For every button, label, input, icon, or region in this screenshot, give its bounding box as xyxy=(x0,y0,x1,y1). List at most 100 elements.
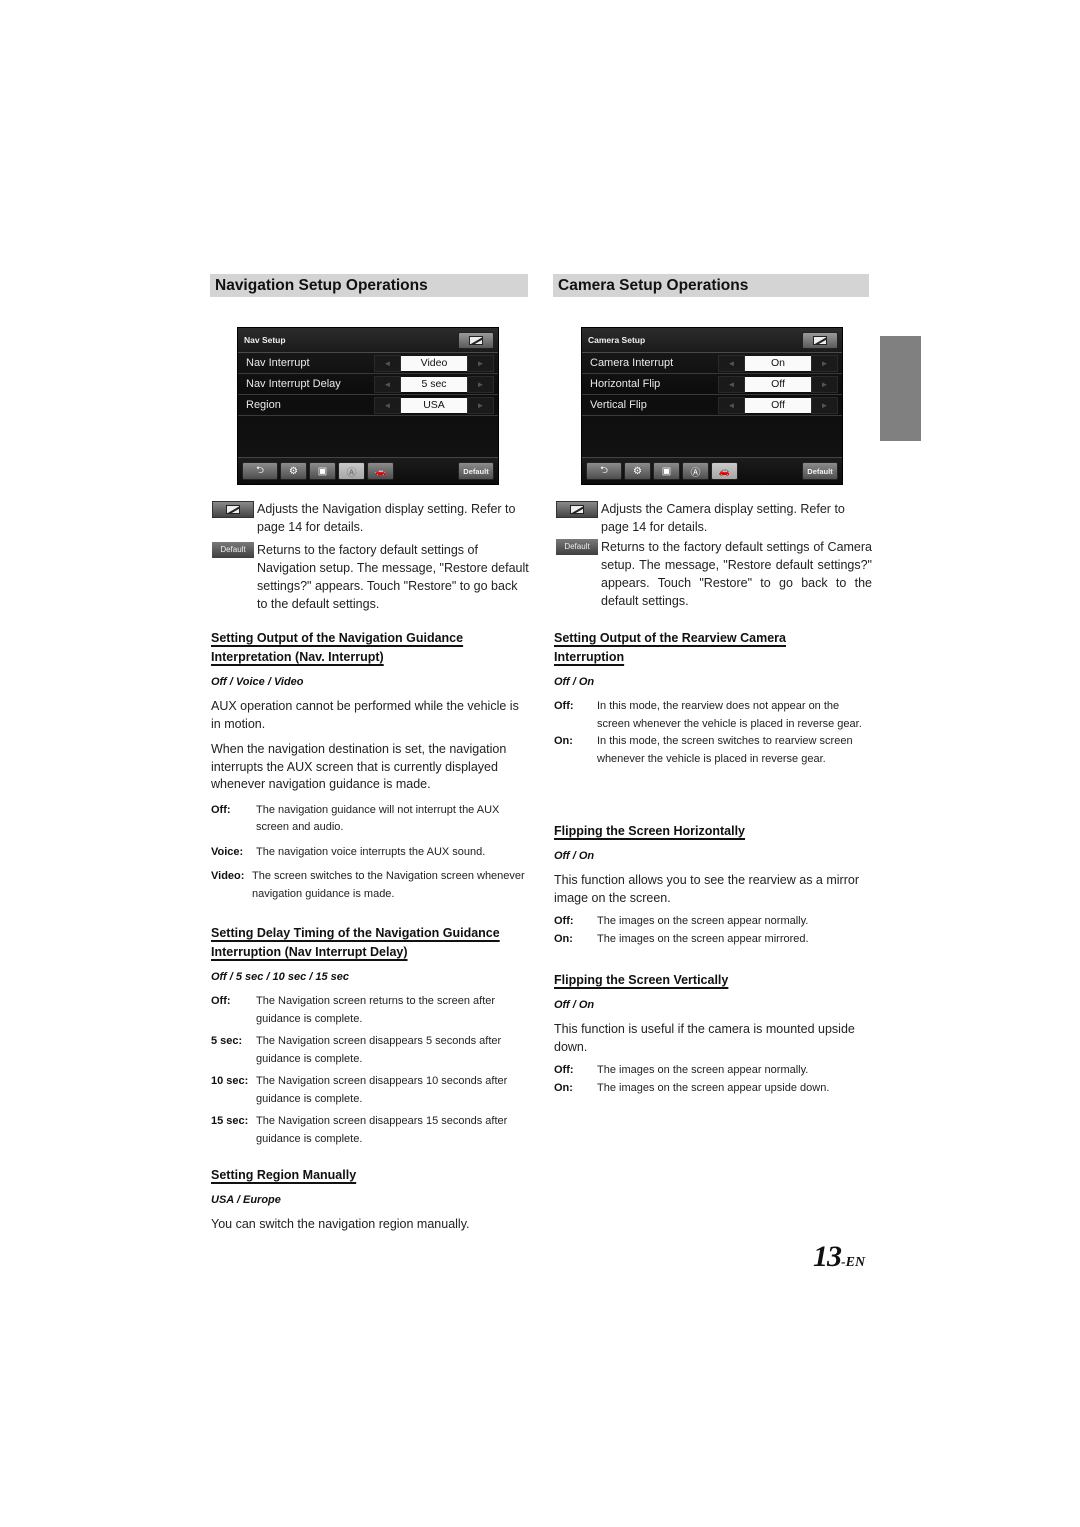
left-arrow-icon[interactable]: ◄ xyxy=(374,375,401,393)
definition-desc: The navigation voice interrupts the AUX … xyxy=(256,845,486,858)
default-button[interactable]: Default xyxy=(458,462,494,480)
paragraph: When the navigation destination is set, … xyxy=(211,742,507,791)
right-arrow-icon[interactable]: ► xyxy=(467,375,494,393)
definition-term: Off: xyxy=(554,915,574,927)
display-button-sample xyxy=(212,501,254,518)
right-arrow-icon[interactable]: ► xyxy=(467,396,494,414)
screen-toolbar: ⮌ ⚙ ▣ Ⓐ 🚗 Default xyxy=(238,457,498,484)
setting-row-horizontal-flip: Horizontal Flip ◄ Off ► xyxy=(582,374,842,395)
navigation-icon: Ⓐ xyxy=(346,467,357,479)
definition-5sec: 5 sec: The Navigation screen disappears … xyxy=(211,1033,531,1068)
setting-row-region: Region ◄ USA ► xyxy=(238,395,498,416)
back-button[interactable]: ⮌ xyxy=(242,462,278,480)
tab-navigation[interactable]: Ⓐ xyxy=(682,462,709,480)
definition-off: Off: In this mode, the rearview does not… xyxy=(554,698,872,733)
definition-off: Off: The images on the screen appear nor… xyxy=(554,913,872,931)
definition-desc: The Navigation screen disappears 10 seco… xyxy=(256,1075,508,1105)
setting-value: Video xyxy=(401,355,467,371)
left-arrow-icon[interactable]: ◄ xyxy=(374,396,401,414)
display-icon xyxy=(570,505,584,514)
section-heading: Flipping the Screen Vertically xyxy=(554,971,872,990)
navigation-icon: Ⓐ xyxy=(690,467,701,479)
right-arrow-icon[interactable]: ► xyxy=(811,354,838,372)
definition-on: On: In this mode, the screen switches to… xyxy=(554,733,872,768)
back-button[interactable]: ⮌ xyxy=(586,462,622,480)
tab-media[interactable]: ▣ xyxy=(309,462,336,480)
car-icon: 🚗 xyxy=(718,465,731,476)
section-heading: Setting Output of the Navigation Guidanc… xyxy=(211,629,531,667)
chapter-thumb-tab xyxy=(880,336,921,441)
right-arrow-icon[interactable]: ► xyxy=(811,375,838,393)
display-settings-button[interactable] xyxy=(458,331,494,349)
tab-general-settings[interactable]: ⚙ xyxy=(280,462,307,480)
camera-interrupt-section: Setting Output of the Rearview Camera In… xyxy=(554,629,872,768)
left-arrow-icon[interactable]: ◄ xyxy=(374,354,401,372)
nav-interrupt-delay-section: Setting Delay Timing of the Navigation G… xyxy=(211,924,531,1148)
setting-row-nav-interrupt: Nav Interrupt ◄ Video ► xyxy=(238,353,498,374)
screen-titlebar: Camera Setup xyxy=(582,328,842,353)
default-button-sample: Default xyxy=(212,542,254,558)
definition-on: On: The images on the screen appear mirr… xyxy=(554,931,872,949)
definition-desc: The navigation guidance will not interru… xyxy=(256,803,500,834)
tab-camera[interactable]: 🚗 xyxy=(367,462,394,480)
region-section: Setting Region Manually USA / Europe You… xyxy=(211,1166,531,1234)
left-arrow-icon[interactable]: ◄ xyxy=(718,375,745,393)
definition-desc: The images on the screen appear normally… xyxy=(597,1064,809,1076)
display-settings-button[interactable] xyxy=(802,331,838,349)
page-number: 13-EN xyxy=(813,1240,865,1274)
tab-camera[interactable]: 🚗 xyxy=(711,462,738,480)
definition-term: On: xyxy=(554,1081,573,1094)
legend-text: Adjusts the Navigation display setting. … xyxy=(257,502,516,534)
definition-desc: The images on the screen appear upside d… xyxy=(597,1081,830,1094)
options-list: Off / On xyxy=(554,850,595,862)
tab-general-settings[interactable]: ⚙ xyxy=(624,462,651,480)
definition-term: Off: xyxy=(554,1064,574,1076)
legend-default: Default Returns to the factory default s… xyxy=(212,541,530,613)
left-arrow-icon[interactable]: ◄ xyxy=(718,354,745,372)
gear-icon: ⚙ xyxy=(633,465,642,477)
display-icon xyxy=(469,335,483,345)
definition-video: Video: The screen switches to the Naviga… xyxy=(211,868,531,903)
tab-media[interactable]: ▣ xyxy=(653,462,680,480)
default-button-sample: Default xyxy=(556,539,598,555)
media-icon: ▣ xyxy=(661,465,672,477)
setting-row-vertical-flip: Vertical Flip ◄ Off ► xyxy=(582,395,842,416)
back-icon: ⮌ xyxy=(599,464,608,476)
camera-setup-screen: Camera Setup Camera Interrupt ◄ On ► Hor… xyxy=(581,327,843,485)
definition-term: Off: xyxy=(211,995,231,1007)
heading-line: Interruption (Nav Interrupt Delay) xyxy=(211,945,408,959)
setting-value: Off xyxy=(745,376,811,392)
left-arrow-icon[interactable]: ◄ xyxy=(718,396,745,414)
definition-term: Off: xyxy=(211,803,231,816)
setting-label: Region xyxy=(246,399,281,411)
definition-desc: In this mode, the rearview does not appe… xyxy=(597,700,862,730)
setting-label: Nav Interrupt xyxy=(246,357,310,369)
right-arrow-icon[interactable]: ► xyxy=(811,396,838,414)
definition-desc: The Navigation screen disappears 15 seco… xyxy=(256,1115,508,1145)
definition-desc: In this mode, the screen switches to rea… xyxy=(597,735,853,765)
legend-text: Returns to the factory default settings … xyxy=(601,540,872,608)
paragraph: This function is useful if the camera is… xyxy=(554,1022,855,1054)
setting-row-camera-interrupt: Camera Interrupt ◄ On ► xyxy=(582,353,842,374)
page-number-value: 13 xyxy=(813,1240,842,1273)
definition-term: Video: xyxy=(211,870,245,882)
options-list: Off / On xyxy=(554,999,595,1011)
right-arrow-icon[interactable]: ► xyxy=(467,354,494,372)
setting-row-nav-interrupt-delay: Nav Interrupt Delay ◄ 5 sec ► xyxy=(238,374,498,395)
definition-off: Off: The images on the screen appear nor… xyxy=(554,1062,872,1080)
default-button[interactable]: Default xyxy=(802,462,838,480)
horizontal-flip-section: Flipping the Screen Horizontally Off / O… xyxy=(554,822,872,948)
car-icon: 🚗 xyxy=(374,465,387,476)
vertical-flip-section: Flipping the Screen Vertically Off / On … xyxy=(554,971,872,1097)
value-selector: ◄ Off ► xyxy=(718,375,838,393)
definition-term: 10 sec: xyxy=(211,1075,249,1087)
tab-navigation[interactable]: Ⓐ xyxy=(338,462,365,480)
nav-legend: Adjusts the Navigation display setting. … xyxy=(212,500,530,613)
gear-icon: ⚙ xyxy=(289,465,298,477)
screen-toolbar: ⮌ ⚙ ▣ Ⓐ 🚗 Default xyxy=(582,457,842,484)
definition-term: 15 sec: xyxy=(211,1115,249,1127)
heading-line: Setting Region Manually xyxy=(211,1168,357,1182)
options-list: Off / Voice / Video xyxy=(211,676,304,688)
setting-value: 5 sec xyxy=(401,376,467,392)
definition-term: Off: xyxy=(554,700,574,712)
